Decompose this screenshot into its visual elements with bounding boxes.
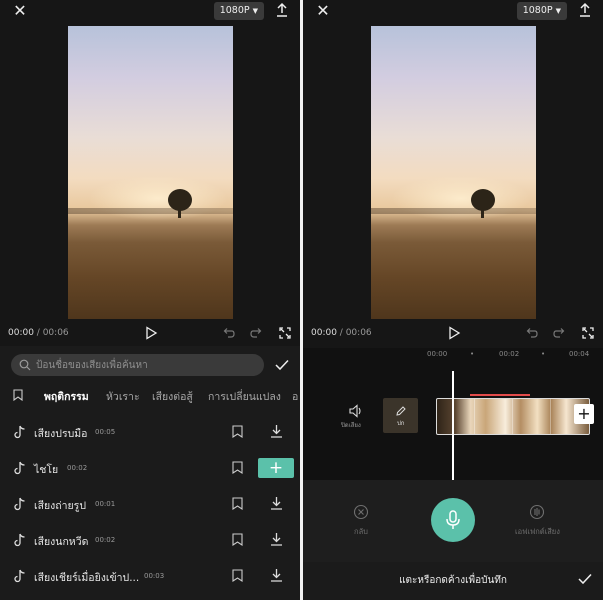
search-icon [19,359,31,371]
export-icon[interactable] [577,2,593,18]
close-icon[interactable]: ✕ [12,3,28,19]
list-item[interactable]: เสียงเชียร์เมื่อยิงเข้าป... 00:03 [0,558,300,594]
playhead[interactable] [452,371,454,480]
undo-label: กลับ [354,527,368,536]
video-clip[interactable] [436,398,590,435]
download-icon[interactable] [270,496,283,510]
undo-record-button[interactable]: กลับ [353,504,369,538]
top-bar: ✕ 1080P ▼ [303,0,603,22]
sound-name: เสียงเชียร์เมื่อยิงเข้าป... [34,572,140,584]
list-item[interactable]: ไชโย 00:02 + [0,450,300,486]
voice-effect-label: เอฟเฟกต์เสียง [515,527,560,536]
redo-icon[interactable] [250,327,263,340]
resolution-label: 1080P [522,5,553,16]
mute-clip-audio-button[interactable]: ปิดเสียง [341,402,371,432]
caret-down-icon: ▼ [252,7,258,15]
sound-duration: 00:02 [95,536,116,544]
tiktok-note-icon [14,569,25,583]
bookmark-icon[interactable] [13,389,23,401]
video-preview [68,26,233,319]
resolution-button[interactable]: 1080P ▼ [213,2,264,20]
top-bar: ✕ 1080P ▼ [0,0,300,22]
record-controls: กลับ เอฟเฟกต์เสียง [303,480,603,562]
tab-transition[interactable]: การเปลี่ยนแปลง [208,388,281,405]
resolution-label: 1080P [219,5,250,16]
sound-duration: 00:05 [95,428,116,436]
cover-label: ปก [397,420,405,427]
record-hint: แตะหรือกดค้างเพื่อบันทึก [399,575,507,586]
ruler-tick: 00:00 [427,350,448,358]
sound-duration: 00:02 [67,464,88,472]
tiktok-note-icon [14,461,25,475]
checkmark-icon[interactable] [275,359,289,371]
voice-effect-button[interactable]: เอฟเฟกต์เสียง [515,504,560,538]
sound-name: เสียงถ่ายรูป [34,500,86,512]
ruler-tick: 00:02 [499,350,520,358]
bookmark-icon[interactable] [232,569,243,582]
download-icon[interactable] [270,424,283,438]
list-item[interactable]: เสียงถ่ายรูป 00:01 [0,486,300,522]
speaker-mute-icon [349,404,361,418]
cover-button[interactable]: ปก [383,398,418,433]
undo-icon[interactable] [525,327,538,340]
record-mic-button[interactable] [431,498,475,542]
close-icon[interactable]: ✕ [315,3,331,19]
audio-marker [470,394,530,396]
tiktok-note-icon [14,497,25,511]
bookmark-icon[interactable] [232,497,243,510]
microphone-icon [446,510,460,529]
sound-name: เสียงปรบมือ [34,428,88,440]
fullscreen-icon[interactable] [279,327,291,339]
tab-behavior[interactable]: พฤติกรรม [44,388,89,405]
undo-circle-icon [353,504,369,520]
undo-icon[interactable] [222,327,235,340]
timecode: 00:00 / 00:06 [311,328,372,338]
category-tabs: พฤติกรรม หัวเราะ เสียงต่อสู้ การเปลี่ยนแ… [0,386,300,406]
resolution-button[interactable]: 1080P ▼ [516,2,567,20]
sound-library-panel: ✕ 1080P ▼ 00:00 / 00:06 ป้อนชื่อของเสียงเ… [0,0,300,600]
bookmark-icon[interactable] [232,461,243,474]
bookmark-icon[interactable] [232,425,243,438]
mute-label: ปิดเสียง [341,422,361,429]
add-clip-button[interactable]: + [574,404,594,424]
ruler-tick: 00:04 [569,350,590,358]
sound-name: ไชโย [34,464,59,476]
ruler-tick: • [541,350,546,358]
timecode: 00:00 / 00:06 [8,328,69,338]
tab-fight[interactable]: เสียงต่อสู้ [152,388,193,405]
sound-duration: 00:03 [144,572,165,580]
tab-more[interactable]: อ [292,388,298,405]
sound-duration: 00:01 [95,500,116,508]
sound-list-sheet: ป้อนชื่อของเสียงเพื่อค้นหา พฤติกรรม หัวเ… [0,346,300,600]
caret-down-icon: ▼ [555,7,561,15]
record-hint-bar: แตะหรือกดค้างเพื่อบันทึก [303,562,603,600]
tiktok-note-icon [14,533,25,547]
voiceover-panel: ✕ 1080P ▼ 00:00 / 00:06 00:00 • 00:02 • 0… [303,0,603,600]
voice-effect-icon [530,504,545,520]
tab-laugh[interactable]: หัวเราะ [106,388,140,405]
list-item[interactable]: เสียงปรบมือ 00:05 [0,414,300,450]
add-sound-button[interactable]: + [258,458,294,478]
fullscreen-icon[interactable] [582,327,594,339]
time-ruler: 00:00 • 00:02 • 00:04 [303,348,603,362]
video-preview [371,26,536,319]
search-input[interactable]: ป้อนชื่อของเสียงเพื่อค้นหา [11,354,264,376]
ruler-tick: • [470,350,475,358]
sound-name: เสียงนกหวีด [34,536,89,548]
redo-icon[interactable] [553,327,566,340]
edit-pencil-icon [396,406,406,416]
search-placeholder: ป้อนชื่อของเสียงเพื่อค้นหา [36,360,148,371]
bookmark-icon[interactable] [232,533,243,546]
checkmark-icon[interactable] [578,573,592,585]
play-icon[interactable] [447,326,461,340]
download-icon[interactable] [270,532,283,546]
list-item[interactable]: เสียงนกหวีด 00:02 [0,522,300,558]
download-icon[interactable] [270,568,283,582]
export-icon[interactable] [274,2,290,18]
tiktok-note-icon [14,425,25,439]
play-icon[interactable] [144,326,158,340]
